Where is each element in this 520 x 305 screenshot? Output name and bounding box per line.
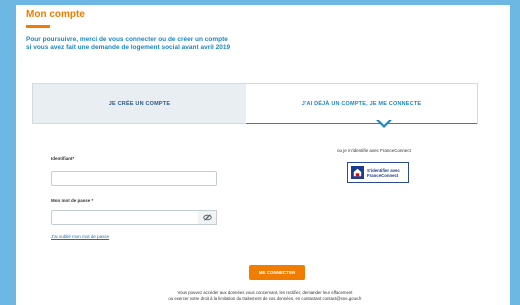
intro-text: Pour poursuivre, merci de vous connecter… — [26, 36, 446, 52]
franceconnect-line-2: FranceConnect — [367, 172, 399, 178]
tab-create-account[interactable]: JE CRÉE UN COMPTE — [33, 84, 246, 123]
page-title: Mon compte — [26, 9, 85, 20]
connect-button[interactable]: ME CONNECTER — [249, 265, 305, 280]
title-underline — [26, 25, 50, 28]
tab-login[interactable]: J'AI DÉJÀ UN COMPTE, JE ME CONNECTE — [246, 84, 477, 124]
password-label: Mon mot de passe * — [51, 198, 94, 203]
privacy-notice: Vous pouvez accéder aux données vous con… — [90, 290, 440, 301]
active-tab-arrow-inner — [378, 119, 390, 125]
intro-line-1: Pour poursuivre, merci de vous connecter… — [26, 36, 228, 43]
franceconnect-logo-icon — [351, 166, 364, 179]
franceconnect-labels: S'identifier avec FranceConnect — [367, 168, 400, 178]
identifier-field[interactable] — [51, 171, 217, 186]
intro-line-2: si vous avez fait une demande de logemen… — [26, 44, 231, 51]
franceconnect-house-icon — [353, 168, 362, 177]
identifier-label: Identifiant* — [51, 156, 75, 161]
franceconnect-text: ou je m'identifie avec FranceConnect — [337, 148, 411, 153]
password-field[interactable] — [51, 210, 199, 225]
account-tabs: JE CRÉE UN COMPTE J'AI DÉJÀ UN COMPTE, J… — [32, 83, 478, 124]
toggle-password-button[interactable] — [198, 210, 217, 225]
privacy-line-2: ou exercer votre droit à la limitation d… — [168, 295, 362, 301]
franceconnect-button[interactable]: S'identifier avec FranceConnect — [347, 162, 409, 183]
forgot-password-link[interactable]: J'ai oublié mon mot de passe — [51, 234, 109, 239]
eye-slash-icon — [202, 214, 212, 221]
